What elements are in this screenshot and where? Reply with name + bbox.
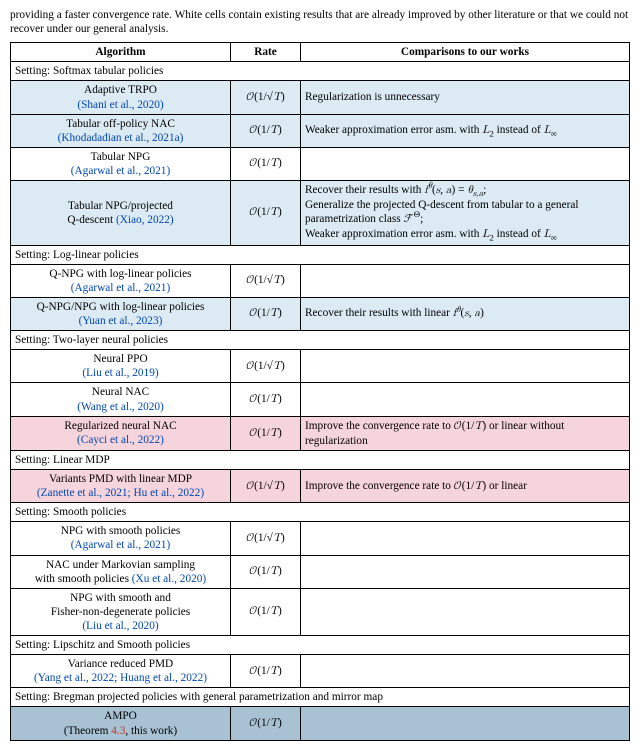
alg-cell: Tabular NPG (Agarwal et al., 2021) bbox=[11, 147, 231, 180]
alg-cell: Neural PPO (Liu et al., 2019) bbox=[11, 350, 231, 383]
alg-cell: Tabular off-policy NAC (Khodadadian et a… bbox=[11, 114, 231, 147]
table-row: Tabular NPG/projected Q-descent (Xiao, 2… bbox=[11, 181, 630, 245]
cmp-cell bbox=[301, 383, 630, 416]
alg-cell: Variance reduced PMD (Yang et al., 2022;… bbox=[11, 655, 231, 688]
setting-loglinear: Setting: Log-linear policies bbox=[11, 245, 630, 264]
alg-cell: NAC under Markovian sampling with smooth… bbox=[11, 555, 231, 588]
rate-cell: 𝒪(1/√T) bbox=[231, 350, 301, 383]
cmp-cell bbox=[301, 350, 630, 383]
table-row: Regularized neural NAC (Cayci et al., 20… bbox=[11, 416, 630, 450]
rate-cell: 𝒪(1/T) bbox=[231, 707, 301, 740]
rate-cell: 𝒪(1/√T) bbox=[231, 469, 301, 502]
rate-cell: 𝒪(1/T) bbox=[231, 114, 301, 147]
alg-cell: Variants PMD with linear MDP (Zanette et… bbox=[11, 469, 231, 502]
alg-cell: NPG with smooth policies (Agarwal et al.… bbox=[11, 522, 231, 555]
rate-cell: 𝒪(1/T) bbox=[231, 147, 301, 180]
cmp-cell bbox=[301, 555, 630, 588]
cmp-cell bbox=[301, 707, 630, 740]
caption-text: providing a faster convergence rate. Whi… bbox=[10, 8, 630, 36]
rate-cell: 𝒪(1/√T) bbox=[231, 522, 301, 555]
cmp-cell: Weaker approximation error asm. with L2 … bbox=[301, 114, 630, 147]
table-row: Variants PMD with linear MDP (Zanette et… bbox=[11, 469, 630, 502]
col-rate: Rate bbox=[231, 43, 301, 62]
cmp-cell: Improve the convergence rate to 𝒪(1/T) o… bbox=[301, 469, 630, 502]
table-row: Q-NPG with log-linear policies (Agarwal … bbox=[11, 264, 630, 297]
rate-cell: 𝒪(1/√T) bbox=[231, 81, 301, 114]
cmp-cell bbox=[301, 655, 630, 688]
table-row: Adaptive TRPO (Shani et al., 2020) 𝒪(1/√… bbox=[11, 81, 630, 114]
header-row: Algorithm Rate Comparisons to our works bbox=[11, 43, 630, 62]
alg-cell: Q-NPG/NPG with log-linear policies (Yuan… bbox=[11, 297, 231, 330]
rate-cell: 𝒪(1/√T) bbox=[231, 264, 301, 297]
alg-cell: AMPO (Theorem 4.3, this work) bbox=[11, 707, 231, 740]
alg-cell: Adaptive TRPO (Shani et al., 2020) bbox=[11, 81, 231, 114]
rate-cell: 𝒪(1/T) bbox=[231, 555, 301, 588]
col-comparisons: Comparisons to our works bbox=[301, 43, 630, 62]
table-row: AMPO (Theorem 4.3, this work) 𝒪(1/T) bbox=[11, 707, 630, 740]
cmp-cell: Improve the convergence rate to 𝒪(1/T) o… bbox=[301, 416, 630, 450]
rate-cell: 𝒪(1/T) bbox=[231, 588, 301, 635]
cmp-cell: Regularization is unnecessary bbox=[301, 81, 630, 114]
cmp-cell: Recover their results with fθ(s, a) = θs… bbox=[301, 181, 630, 245]
setting-neural: Setting: Two-layer neural policies bbox=[11, 331, 630, 350]
alg-cell: Tabular NPG/projected Q-descent (Xiao, 2… bbox=[11, 181, 231, 245]
table-row: NPG with smooth and Fisher-non-degenerat… bbox=[11, 588, 630, 635]
alg-cell: Q-NPG with log-linear policies (Agarwal … bbox=[11, 264, 231, 297]
col-algorithm: Algorithm bbox=[11, 43, 231, 62]
rate-cell: 𝒪(1/T) bbox=[231, 655, 301, 688]
table-row: Q-NPG/NPG with log-linear policies (Yuan… bbox=[11, 297, 630, 330]
rate-cell: 𝒪(1/T) bbox=[231, 416, 301, 450]
alg-cell: Neural NAC (Wang et al., 2020) bbox=[11, 383, 231, 416]
setting-bregman: Setting: Bregman projected policies with… bbox=[11, 688, 630, 707]
rate-cell: 𝒪(1/T) bbox=[231, 297, 301, 330]
setting-softmax: Setting: Softmax tabular policies bbox=[11, 62, 630, 81]
results-table: Algorithm Rate Comparisons to our works … bbox=[10, 42, 630, 740]
cmp-cell bbox=[301, 522, 630, 555]
table-row: Tabular NPG (Agarwal et al., 2021) 𝒪(1/T… bbox=[11, 147, 630, 180]
table-row: Tabular off-policy NAC (Khodadadian et a… bbox=[11, 114, 630, 147]
table-row: Neural PPO (Liu et al., 2019) 𝒪(1/√T) bbox=[11, 350, 630, 383]
rate-cell: 𝒪(1/T) bbox=[231, 383, 301, 416]
alg-cell: NPG with smooth and Fisher-non-degenerat… bbox=[11, 588, 231, 635]
table-row: Variance reduced PMD (Yang et al., 2022;… bbox=[11, 655, 630, 688]
setting-linearmdp: Setting: Linear MDP bbox=[11, 450, 630, 469]
rate-cell: 𝒪(1/T) bbox=[231, 181, 301, 245]
table-row: NPG with smooth policies (Agarwal et al.… bbox=[11, 522, 630, 555]
cmp-cell: Recover their results with linear fθ(s, … bbox=[301, 297, 630, 330]
table-row: Neural NAC (Wang et al., 2020) 𝒪(1/T) bbox=[11, 383, 630, 416]
setting-lip: Setting: Lipschitz and Smooth policies bbox=[11, 636, 630, 655]
cmp-cell bbox=[301, 147, 630, 180]
alg-cell: Regularized neural NAC (Cayci et al., 20… bbox=[11, 416, 231, 450]
setting-smooth: Setting: Smooth policies bbox=[11, 503, 630, 522]
table-row: NAC under Markovian sampling with smooth… bbox=[11, 555, 630, 588]
cmp-cell bbox=[301, 264, 630, 297]
cmp-cell bbox=[301, 588, 630, 635]
